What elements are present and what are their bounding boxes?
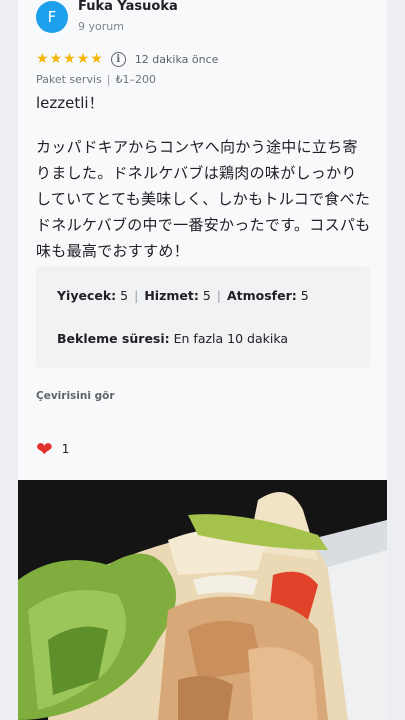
reviewer-header[interactable]: F Fuka Yasuoka 9 yorum: [36, 0, 386, 40]
atmosphere-value: 5: [300, 288, 309, 303]
review-line: りました。ドネルケバブは鶏肉の味がしっかり: [36, 164, 357, 182]
review-time: 12 dakika önce: [134, 52, 219, 66]
review-line: カッパドキアからコンヤへ向かう途中に立ち寄: [36, 138, 358, 156]
review-title: lezzetli！: [36, 94, 104, 112]
attribute-separator: |: [134, 288, 139, 303]
review-line: 味も最高でおすすめ！: [36, 242, 190, 260]
food-label: Yiyecek:: [57, 288, 117, 303]
attribute-separator: |: [216, 288, 221, 303]
wait-label: Bekleme süresi:: [57, 331, 170, 346]
reviewer-name[interactable]: Fuka Yasuoka: [78, 0, 178, 14]
atmosphere-label: Atmosfer:: [226, 288, 297, 303]
review-line: ドネルケバブの中で一番安かったです。コスパも: [36, 216, 371, 234]
reviewer-review-count: 9 yorum: [78, 20, 124, 33]
avatar[interactable]: F: [36, 1, 68, 33]
attribute-box: Yiyecek: 5 | Hizmet: 5 | Atmosfer: 5 Bekleme…: [36, 266, 370, 368]
star-rating: ★ ★ ★ ★ ★: [36, 52, 103, 66]
star-icon: ★: [76, 51, 90, 67]
review-line: していてとても美味しく、しかもトルコで食べた: [36, 190, 371, 208]
service-type: Paket servis: [36, 73, 102, 86]
heart-icon[interactable]: ❤: [36, 439, 53, 459]
info-icon[interactable]: i: [110, 51, 126, 67]
meta-separator: |: [106, 73, 111, 86]
price-range: ₺1–200: [115, 73, 156, 86]
like-count: 1: [61, 442, 70, 456]
service-label: Hizmet:: [144, 288, 199, 303]
attribute-scores: Yiyecek: 5 | Hizmet: 5 | Atmosfer: 5: [57, 288, 309, 303]
review-meta: Paket servis | ₺1–200: [36, 73, 156, 86]
star-icon: ★: [63, 51, 76, 67]
wait-value: En fazla 10 dakika: [173, 331, 289, 346]
review-body: カッパドキアからコンヤへ向かう途中に立ち寄 りました。ドネルケバブは鶏肉の味がし…: [36, 134, 376, 264]
food-value: 5: [120, 288, 129, 303]
wait-time: Bekleme süresi: En fazla 10 dakika: [57, 331, 288, 346]
star-icon: ★: [49, 51, 63, 67]
star-icon: ★: [36, 51, 49, 67]
translate-link[interactable]: Çevirisini gör: [36, 390, 115, 402]
review-card: F Fuka Yasuoka 9 yorum ★ ★ ★ ★ ★ i 12 da…: [18, 0, 387, 720]
review-photo[interactable]: [18, 480, 387, 720]
rating-row: ★ ★ ★ ★ ★ i 12 dakika önce: [36, 49, 218, 69]
like-button[interactable]: ❤ 1: [36, 438, 69, 460]
service-value: 5: [202, 288, 211, 303]
doner-wrap-image: [18, 480, 387, 720]
star-icon: ★: [90, 51, 103, 67]
